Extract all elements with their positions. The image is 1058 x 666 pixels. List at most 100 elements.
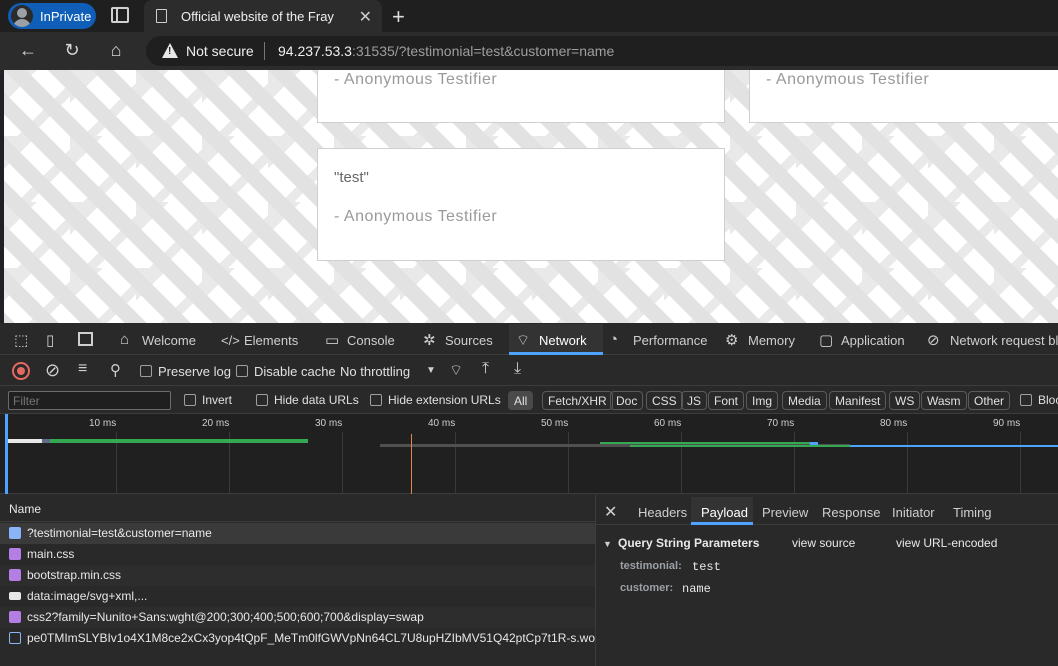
request-row[interactable]: main.css — [0, 544, 595, 565]
collapse-triangle-icon[interactable]: ▼ — [603, 539, 612, 549]
stylesheet-icon — [9, 569, 21, 581]
filter-input[interactable] — [8, 391, 171, 410]
preserve-log-checkbox[interactable] — [140, 365, 152, 377]
chevron-down-icon[interactable]: ▼ — [426, 365, 436, 376]
request-row[interactable]: css2?family=Nunito+Sans:wght@200;300;400… — [0, 607, 595, 628]
tab-actions-icon[interactable] — [111, 7, 129, 23]
memory-icon: ⚙ — [725, 332, 739, 349]
request-row[interactable]: pe0TMImSLYBIv1o4X1M8ce2xCx3yop4tQpF_MeTm… — [0, 628, 595, 649]
disable-cache-checkbox[interactable] — [236, 365, 248, 377]
blocked-requests-checkbox[interactable] — [1020, 394, 1032, 406]
divider — [264, 42, 265, 60]
tab-timing[interactable]: Timing — [953, 505, 992, 520]
grid-line — [455, 432, 456, 494]
stylesheet-icon — [9, 611, 21, 623]
tab-response[interactable]: Response — [822, 505, 881, 520]
filter-toggle-icon[interactable]: ≡ — [78, 360, 87, 378]
blocked-requests-label: Bloc — [1038, 393, 1058, 407]
filter-type-all[interactable]: All — [508, 391, 534, 410]
network-conditions-icon[interactable]: ⌔ — [449, 361, 463, 380]
tab-headers[interactable]: Headers — [638, 505, 687, 520]
tab-payload[interactable]: Payload — [701, 505, 748, 520]
page-icon — [156, 9, 167, 23]
code-icon: </> — [221, 333, 240, 348]
filter-type-media[interactable]: Media — [782, 391, 827, 410]
refresh-icon[interactable]: ↻ — [61, 40, 83, 61]
grid-line — [342, 432, 343, 494]
back-icon[interactable]: ← — [17, 40, 39, 61]
clear-icon[interactable]: ⊘ — [45, 360, 60, 381]
wifi-icon: ⌔ — [516, 332, 531, 349]
grid-line — [907, 432, 908, 494]
filter-type-ws[interactable]: WS — [889, 391, 921, 410]
hide-extension-urls-checkbox[interactable] — [370, 394, 382, 406]
inspect-icon[interactable]: ⬚ — [14, 331, 28, 349]
hide-data-urls-checkbox[interactable] — [256, 394, 268, 406]
filter-type-img[interactable]: Img — [746, 391, 779, 410]
filter-type-js[interactable]: JS — [681, 391, 708, 410]
export-har-icon[interactable]: ⤓ — [514, 360, 521, 378]
tab-elements[interactable]: Elements — [244, 333, 298, 348]
tab-preview[interactable]: Preview — [762, 505, 808, 520]
request-row[interactable]: ?testimonial=test&customer=name — [0, 523, 595, 544]
tab-network[interactable]: Network — [539, 333, 587, 348]
filter-type-manifest[interactable]: Manifest — [829, 391, 887, 410]
device-toolbar-icon[interactable]: ▯ — [46, 331, 54, 349]
filter-type-doc[interactable]: Doc — [610, 391, 644, 410]
image-icon — [9, 592, 21, 600]
filter-type-wasm[interactable]: Wasm — [921, 391, 967, 410]
tab-initiator[interactable]: Initiator — [892, 505, 935, 520]
grid-line — [568, 432, 569, 494]
not-secure-label[interactable]: Not secure — [186, 43, 254, 59]
new-tab-icon[interactable]: + — [392, 4, 405, 30]
record-button[interactable] — [12, 362, 30, 380]
request-name: data:image/svg+xml,... — [27, 589, 148, 603]
filter-type-font[interactable]: Font — [708, 391, 745, 410]
request-name: css2?family=Nunito+Sans:wght@200;300;400… — [27, 610, 424, 624]
hide-extension-urls-label: Hide extension URLs — [388, 393, 501, 407]
filter-type-fetch-xhr[interactable]: Fetch/XHR — [542, 391, 613, 410]
import-har-icon[interactable]: ⤒ — [482, 360, 489, 378]
url-text[interactable]: 94.237.53.3:31535/?testimonial=test&cust… — [278, 43, 614, 59]
waterfall-bar — [50, 439, 308, 443]
tab-sources[interactable]: Sources — [445, 333, 493, 348]
close-tab-icon[interactable]: ✕ — [359, 7, 372, 27]
throttling-select[interactable]: No throttling — [340, 364, 410, 379]
view-source-link[interactable]: view source — [792, 536, 855, 550]
request-name: ?testimonial=test&customer=name — [27, 526, 212, 540]
grid-line — [1020, 432, 1021, 494]
query-string-section-title[interactable]: Query String Parameters — [618, 536, 759, 550]
tick-label: 20 ms — [202, 418, 230, 429]
tab-memory[interactable]: Memory — [748, 333, 795, 348]
tab-console[interactable]: Console — [347, 333, 395, 348]
filter-type-css[interactable]: CSS — [646, 391, 683, 410]
testimonial-card: - Anonymous Testifier — [749, 70, 1058, 123]
name-column-header[interactable]: Name — [9, 502, 41, 516]
request-row[interactable]: data:image/svg+xml,... — [0, 586, 595, 607]
dock-icon[interactable] — [78, 332, 93, 346]
param-value: test — [692, 560, 721, 574]
inprivate-button[interactable]: InPrivate — [8, 3, 96, 29]
tab-application[interactable]: Application — [841, 333, 905, 348]
invert-checkbox[interactable] — [184, 394, 196, 406]
close-details-icon[interactable]: ✕ — [604, 502, 617, 522]
tick-label: 70 ms — [767, 418, 795, 429]
search-icon[interactable]: ⚲ — [110, 361, 121, 379]
tab-welcome[interactable]: Welcome — [142, 333, 196, 348]
tab-performance[interactable]: Performance — [633, 333, 707, 348]
browser-tab[interactable]: Official website of the Fray ✕ — [144, 0, 382, 32]
filter-type-other[interactable]: Other — [968, 391, 1011, 410]
divider — [595, 524, 1058, 525]
home-icon[interactable]: ⌂ — [105, 40, 127, 61]
param-key: customer: — [620, 582, 674, 594]
tab-network-request-blocking[interactable]: Network request blo — [950, 333, 1058, 348]
request-details-pane — [595, 495, 1058, 666]
view-url-encoded-link[interactable]: view URL-encoded — [896, 536, 997, 550]
waterfall-bar — [8, 439, 42, 443]
tab-title: Official website of the Fray — [181, 8, 334, 24]
warning-icon — [162, 43, 178, 58]
waterfall-bar — [850, 445, 1058, 447]
tick-label: 50 ms — [541, 418, 569, 429]
request-row[interactable]: bootstrap.min.css — [0, 565, 595, 586]
home-icon: ⌂ — [120, 331, 130, 348]
